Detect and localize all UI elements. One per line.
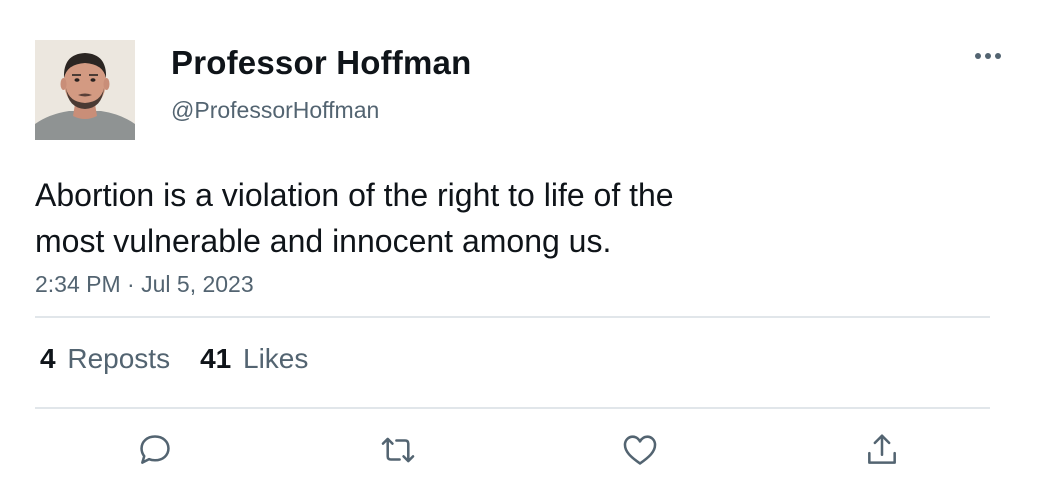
- engagement-stats: 4 Reposts 41 Likes: [40, 343, 308, 375]
- reply-button[interactable]: [135, 430, 175, 470]
- reply-icon: [140, 435, 170, 464]
- tweet-card: Professor Hoffman @ProfessorHoffman Abor…: [0, 0, 1050, 480]
- share-button[interactable]: [862, 430, 902, 470]
- avatar[interactable]: [35, 40, 135, 140]
- heart-icon: [623, 435, 657, 465]
- reposts-count: 4: [40, 343, 56, 374]
- tweet-text: Abortion is a violation of the right to …: [35, 172, 795, 264]
- tweet-text-line: Abortion is a violation of the right to …: [35, 177, 674, 213]
- tweet-time: 2:34 PM: [35, 271, 121, 297]
- more-horizontal-icon: [975, 53, 1001, 59]
- divider: [35, 316, 990, 318]
- reposts-label: Reposts: [67, 343, 171, 374]
- tweet-timestamp[interactable]: 2:34 PM · Jul 5, 2023: [35, 271, 254, 298]
- like-button[interactable]: [620, 430, 660, 470]
- share-icon: [868, 434, 896, 464]
- repost-button[interactable]: [378, 430, 418, 470]
- likes-count: 41: [200, 343, 232, 374]
- likes-stat[interactable]: 41 Likes: [200, 343, 308, 375]
- likes-label: Likes: [243, 343, 309, 374]
- display-name[interactable]: Professor Hoffman: [171, 44, 471, 82]
- more-options-button[interactable]: [970, 44, 1006, 68]
- repost-icon: [381, 437, 415, 463]
- avatar-photo: [35, 40, 135, 140]
- divider: [35, 407, 990, 409]
- tweet-text-line: most vulnerable and innocent among us.: [35, 223, 612, 259]
- tweet-date: Jul 5, 2023: [141, 271, 254, 297]
- user-handle[interactable]: @ProfessorHoffman: [171, 97, 379, 124]
- reposts-stat[interactable]: 4 Reposts: [40, 343, 170, 375]
- timestamp-separator: ·: [127, 271, 135, 297]
